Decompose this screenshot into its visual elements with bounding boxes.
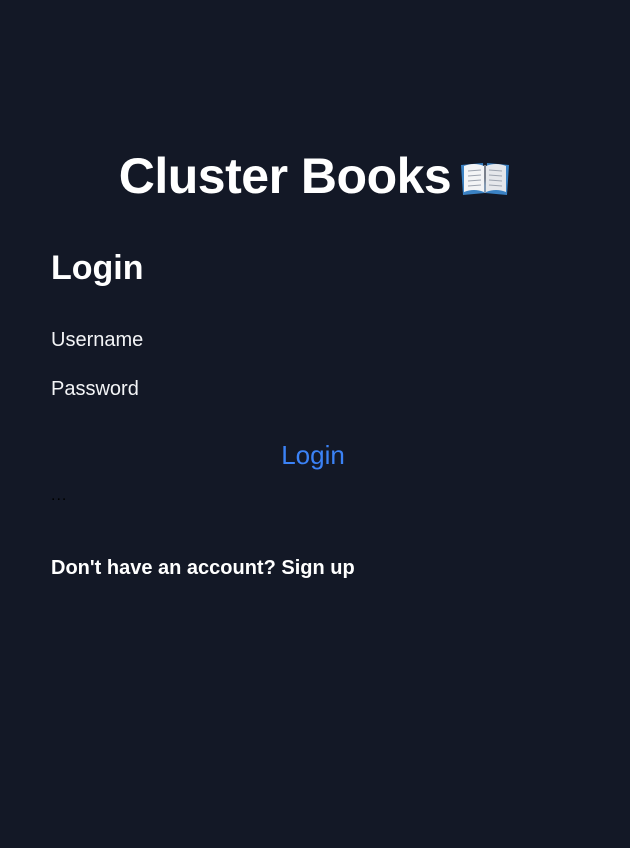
username-label: Username [51, 329, 144, 351]
status-text: ... [51, 487, 68, 504]
app-title: Cluster Books [0, 148, 630, 204]
open-book-icon [459, 154, 511, 195]
password-label: Password [51, 378, 139, 400]
username-input[interactable] [170, 328, 530, 352]
signup-prompt: Don't have an account? Sign up [51, 556, 355, 580]
password-input[interactable] [170, 377, 530, 401]
signup-link[interactable]: Sign up [281, 557, 354, 579]
app-root: Cluster Books Login Username Password Lo… [0, 0, 630, 848]
login-button[interactable]: Login [240, 438, 386, 472]
login-heading: Login [51, 249, 144, 287]
app-title-text: Cluster Books [118, 148, 452, 204]
signup-prompt-text: Don't have an account? [51, 557, 276, 579]
